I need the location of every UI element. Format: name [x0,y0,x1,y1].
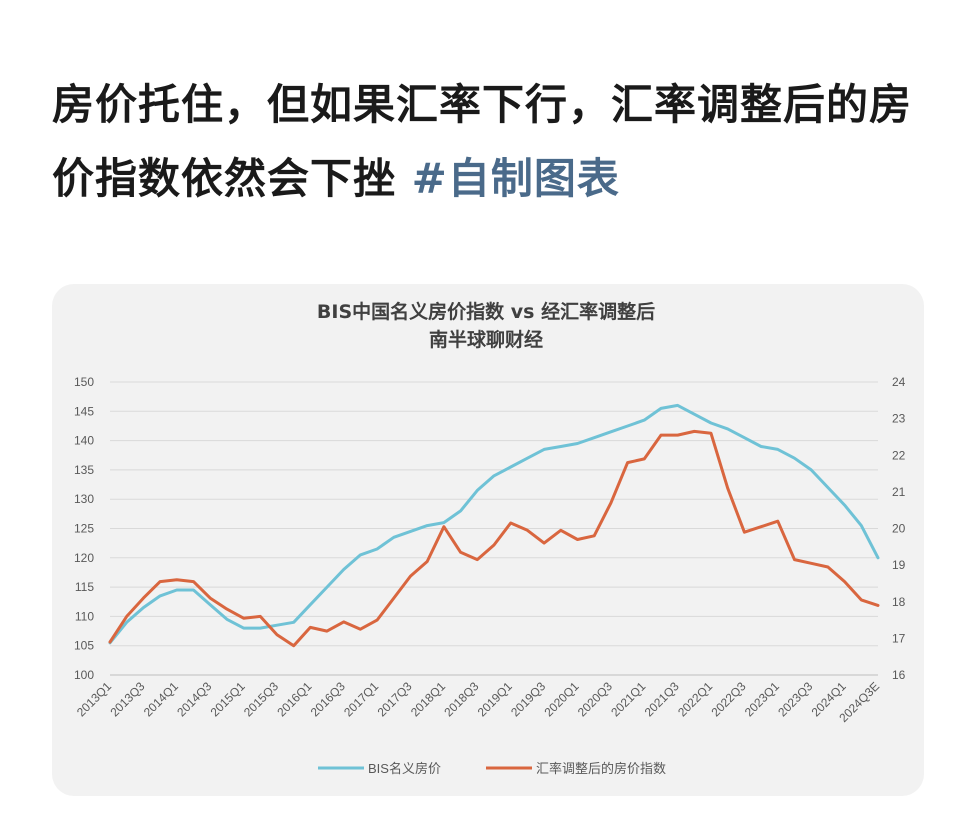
x-tick-label: 2023Q3 [775,679,815,719]
y-left-tick-label: 105 [74,639,94,653]
y-left-tick-label: 100 [74,668,94,682]
legend: BIS名义房价 汇率调整后的房价指数 [318,761,666,776]
gridlines [110,381,878,676]
legend-label: 汇率调整后的房价指数 [536,761,666,776]
x-tick-label: 2014Q1 [141,679,181,719]
x-tick-label: 2022Q1 [675,679,715,719]
post-title: 房价托住，但如果汇率下行，汇率调整后的房价指数依然会下挫 #自制图表 [52,68,932,216]
x-tick-label: 2023Q1 [742,679,782,719]
y-left-tick-label: 150 [74,375,94,389]
line-chart: BIS中国名义房价指数 vs 经汇率调整后 南半球聊财经 100 105 110 11… [74,300,906,776]
hashtag-link[interactable]: #自制图表 [412,154,620,203]
y-left-tick-label: 110 [75,609,94,623]
x-tick-label: 2014Q3 [174,679,214,719]
series-lines [108,403,880,648]
x-tick-label: 2022Q3 [708,679,748,719]
x-tick-label: 2013Q3 [107,679,147,719]
y-right-tick-label: 16 [892,668,906,682]
y-right-tick-label: 17 [892,631,906,645]
y-left-tick-label: 130 [74,492,94,506]
y-right-tick-label: 19 [892,558,906,572]
x-tick-label: 2019Q3 [508,679,548,719]
y-right-tick-label: 20 [892,522,906,536]
chart-subtitle: 南半球聊财经 [429,328,543,351]
y-right-tick-label: 18 [892,595,906,609]
y-right-tick-label: 22 [892,448,906,462]
x-tick-label: 2016Q3 [308,679,348,719]
y-axis-left: 100 105 110 115 120 125 130 135 140 145 150 [74,375,94,682]
x-tick-label: 2016Q1 [274,679,314,719]
x-tick-label: 2020Q3 [575,679,615,719]
series-line-2 [108,429,880,648]
x-tick-label: 2018Q3 [441,679,481,719]
x-tick-label: 2015Q1 [208,679,248,719]
y-left-tick-label: 135 [74,463,94,477]
y-left-tick-label: 120 [74,551,94,565]
x-tick-label: 2021Q3 [642,679,682,719]
y-left-tick-label: 140 [74,434,94,448]
y-left-tick-label: 115 [75,580,94,594]
y-axis-right: 16 17 18 19 20 21 22 23 24 [892,375,906,682]
y-right-tick-label: 23 [892,412,906,426]
x-tick-label: 2018Q1 [408,679,448,719]
x-tick-label: 2017Q1 [341,679,381,719]
chart-card: BIS中国名义房价指数 vs 经汇率调整后 南半球聊财经 100 105 110 11… [52,284,924,796]
x-tick-label: 2019Q1 [475,679,515,719]
y-left-tick-label: 125 [74,522,94,536]
x-axis: 2013Q12013Q32014Q12014Q32015Q12015Q32016… [74,674,882,725]
x-tick-label: 2013Q1 [74,679,114,719]
legend-label: BIS名义房价 [368,761,441,776]
x-tick-label: 2020Q1 [542,679,582,719]
x-tick-label: 2017Q3 [375,679,415,719]
x-tick-label: 2015Q3 [241,679,281,719]
y-left-tick-label: 145 [74,404,94,418]
chart-title: BIS中国名义房价指数 vs 经汇率调整后 [317,300,655,323]
y-right-tick-label: 21 [892,485,906,499]
x-tick-label: 2021Q1 [608,679,648,719]
y-right-tick-label: 24 [892,375,906,389]
